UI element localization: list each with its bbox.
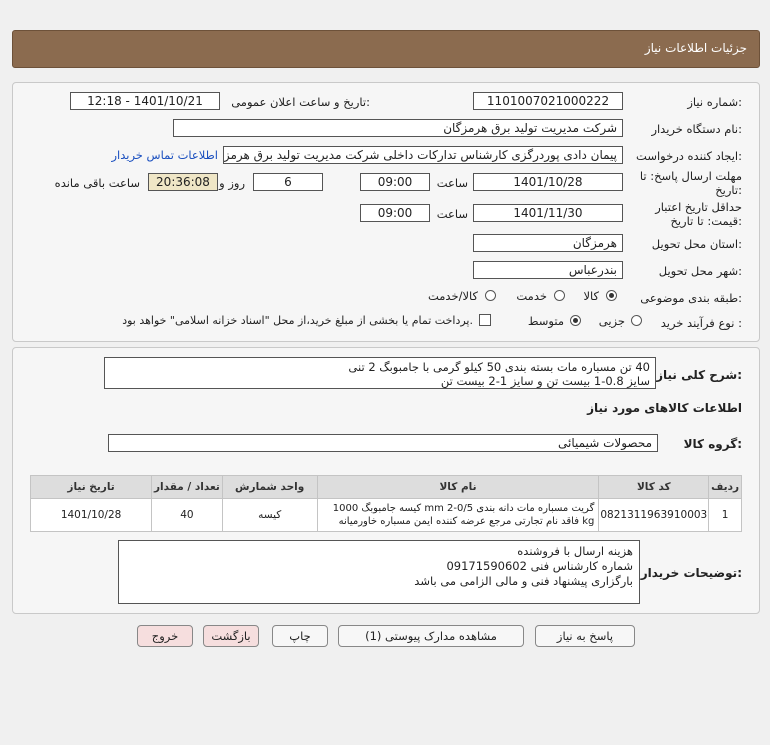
deadline-date-field: 1401/10/28 (473, 173, 623, 191)
category-option-goods: کالا (583, 289, 599, 303)
category-radio-service[interactable] (554, 290, 565, 301)
creator-label: ایجاد کننده درخواست: (636, 149, 742, 163)
exit-button[interactable]: خروج (137, 625, 193, 647)
buyer-notes-line-1: هزینه ارسال با فروشنده (517, 544, 633, 558)
treasury-payment-note: پرداخت تمام یا بخشی از مبلغ خرید،از محل … (122, 314, 473, 327)
buyer-contact-link[interactable]: اطلاعات تماس خریدار (111, 148, 218, 162)
category-option-goods-service: کالا/خدمت (427, 289, 478, 303)
col-header-code: کد کالا (598, 475, 710, 499)
process-option-medium: متوسط (527, 314, 564, 328)
cell-name-line-1: گریت مسباره مات دانه بندی mm 2-0/5 کیسه … (332, 503, 595, 514)
days-label: روز و (219, 176, 245, 190)
summary-line-2: سایز 0.8-1 بیست تن و سایز 1-2 بیست تن (440, 374, 650, 388)
deadline-time-label: ساعت (436, 176, 468, 190)
process-option-minor: جزیی (598, 314, 625, 328)
validity-label-line1: حداقل تاریخ اعتبار (655, 200, 742, 214)
col-header-name: نام کالا (316, 475, 600, 499)
reply-button[interactable]: پاسخ به نیاز (535, 625, 635, 647)
summary-line-1: 40 تن مسباره مات بسته بندی 50 کیلو گرمی … (348, 360, 650, 374)
buyer-org-label: نام دستگاه خریدار: (651, 122, 742, 136)
category-radio-goods-service[interactable] (485, 290, 496, 301)
validity-label-line2: قیمت: تا تاریخ: (670, 214, 742, 228)
goods-table-header: ردیف کد کالا نام کالا واحد شمارش تعداد /… (29, 475, 742, 499)
need-number-field: 1101007021000222 (473, 92, 623, 110)
validity-date-field: 1401/11/30 (473, 204, 623, 222)
goods-table: ردیف کد کالا نام کالا واحد شمارش تعداد /… (29, 475, 742, 532)
goods-group-label: گروه کالا: (683, 437, 742, 451)
remaining-label: ساعت باقی مانده (54, 176, 140, 190)
col-header-qty: تعداد / مقدار (151, 475, 223, 499)
col-header-row: ردیف (708, 475, 742, 499)
cell-unit: کیسه (221, 498, 318, 532)
need-number-label: شماره نیاز: (687, 95, 742, 109)
summary-label: شرح کلی نیاز: (656, 368, 742, 382)
days-field: 6 (253, 173, 323, 191)
buyer-notes-label: توضیحات خریدار: (640, 566, 742, 580)
process-radio-minor[interactable] (631, 315, 642, 326)
cell-code: 0821311963910003 (598, 498, 710, 532)
col-header-unit: واحد شمارش (221, 475, 318, 499)
creator-field: پیمان دادی پوردرگزی کارشناس تدارکات داخل… (223, 146, 623, 164)
process-radio-medium[interactable] (570, 315, 581, 326)
announce-label: تاریخ و ساعت اعلان عمومی: (231, 95, 370, 109)
goods-group-field: محصولات شیمیائی (108, 434, 658, 452)
deadline-time-field: 09:00 (360, 173, 430, 191)
page-header: جزئیات اطلاعات نیاز (12, 30, 760, 68)
buyer-notes-box: هزینه ارسال با فروشنده شماره کارشناس فنی… (118, 540, 640, 604)
table-row: 1 0821311963910003 گریت مسباره مات دانه … (29, 498, 742, 532)
cell-qty: 40 (151, 498, 223, 532)
process-label: نوع فرآیند خرید : (660, 316, 742, 330)
deadline-label-line2: تاریخ: (715, 183, 742, 197)
category-option-service: خدمت (516, 289, 547, 303)
remaining-time-field: 20:36:08 (148, 173, 218, 191)
validity-time-label: ساعت (436, 207, 468, 221)
print-button[interactable]: چاپ (272, 625, 328, 647)
cell-date: 1401/10/28 (29, 498, 153, 532)
buyer-org-field: شرکت مدیریت تولید برق هرمزگان (173, 119, 623, 137)
city-label: شهر محل تحویل: (658, 264, 742, 278)
treasury-payment-checkbox[interactable] (479, 314, 491, 326)
buyer-notes-line-2: شماره کارشناس فنی 09171590602 (446, 559, 633, 573)
cell-name: گریت مسباره مات دانه بندی mm 2-0/5 کیسه … (316, 498, 600, 532)
validity-time-field: 09:00 (360, 204, 430, 222)
deadline-label-line1: مهلت ارسال پاسخ: تا (639, 169, 742, 183)
category-label: طبقه بندی موضوعی: (640, 291, 742, 305)
buyer-notes-line-3: بارگزاری پیشنهاد فنی و مالی الزامی می با… (414, 574, 633, 588)
category-radio-goods[interactable] (606, 290, 617, 301)
cell-row: 1 (708, 498, 742, 532)
city-field: بندرعباس (473, 261, 623, 279)
attachments-button[interactable]: مشاهده مدارک پیوستی (1) (338, 625, 524, 647)
summary-box: 40 تن مسباره مات بسته بندی 50 کیلو گرمی … (104, 357, 656, 389)
goods-info-title: اطلاعات کالاهای مورد نیاز (587, 401, 742, 415)
province-field: هرمزگان (473, 234, 623, 252)
cell-name-line-2: kg فاقد نام تجارتی مرجع عرضه کننده ایمن … (338, 516, 595, 527)
back-button[interactable]: بازگشت (203, 625, 259, 647)
province-label: استان محل تحویل: (651, 237, 742, 251)
col-header-date: تاریخ نیاز (29, 475, 153, 499)
announce-field: 1401/10/21 - 12:18 (70, 92, 220, 110)
page-title: جزئیات اطلاعات نیاز (644, 41, 747, 55)
